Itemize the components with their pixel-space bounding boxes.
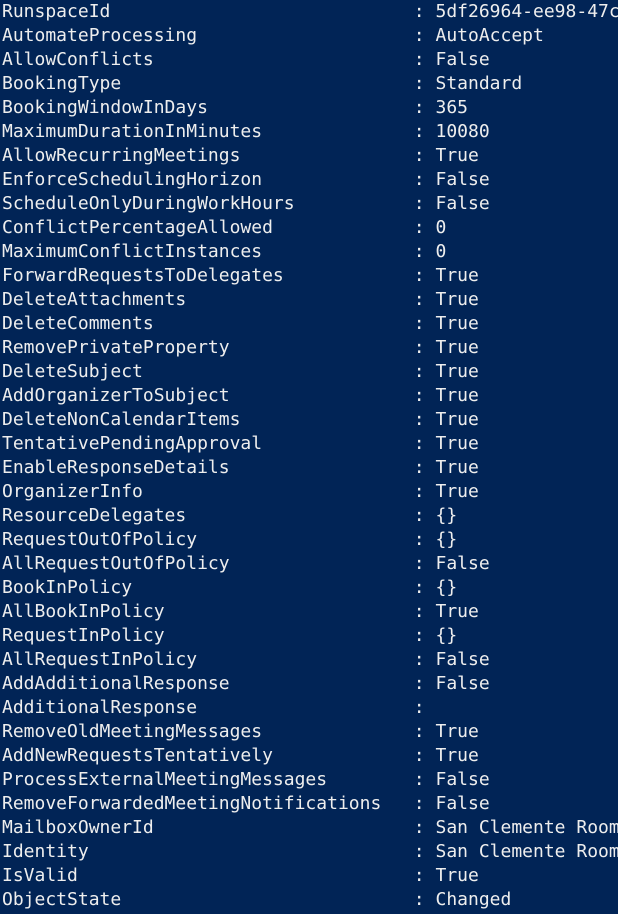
property-row: IsValid : True [2,865,479,886]
property-row: DeleteComments : True [2,313,479,334]
property-row: RemoveForwardedMeetingNotifications : Fa… [2,793,490,814]
property-row: ScheduleOnlyDuringWorkHours : False [2,193,490,214]
property-row: AddOrganizerToSubject : True [2,385,479,406]
property-row: AutomateProcessing : AutoAccept [2,25,544,46]
property-row: RemovePrivateProperty : True [2,337,479,358]
property-row: ProcessExternalMeetingMessages : False [2,769,490,790]
property-row: MailboxOwnerId : San Clemente Room [2,817,618,838]
property-row: RequestInPolicy : {} [2,625,458,646]
property-row: EnableResponseDetails : True [2,457,479,478]
property-row: TentativePendingApproval : True [2,433,479,454]
property-row: DeleteSubject : True [2,361,479,382]
property-row: DeleteNonCalendarItems : True [2,409,479,430]
property-row: ConflictPercentageAllowed : 0 [2,217,447,238]
property-row: DeleteAttachments : True [2,289,479,310]
property-row: BookInPolicy : {} [2,577,458,598]
property-row: AllRequestOutOfPolicy : False [2,553,490,574]
property-row: AllowRecurringMeetings : True [2,145,479,166]
property-row: MaximumConflictInstances : 0 [2,241,447,262]
property-row: MaximumDurationInMinutes : 10080 [2,121,490,142]
property-row: AllBookInPolicy : True [2,601,479,622]
property-row: BookingType : Standard [2,73,523,94]
property-row: RequestOutOfPolicy : {} [2,529,458,550]
powershell-console-output[interactable]: RunspaceId : 5df26964-ee98-47c6 AutomateP… [0,0,618,914]
property-row: AddAdditionalResponse : False [2,673,490,694]
property-row: ObjectState : Changed [2,889,512,910]
property-row: ResourceDelegates : {} [2,505,458,526]
property-row: OrganizerInfo : True [2,481,479,502]
property-row: AdditionalResponse : [2,697,425,718]
property-row: BookingWindowInDays : 365 [2,97,468,118]
property-row: RemoveOldMeetingMessages : True [2,721,479,742]
property-row: AllRequestInPolicy : False [2,649,490,670]
property-row: RunspaceId : 5df26964-ee98-47c6 [2,1,618,22]
property-row: AllowConflicts : False [2,49,490,70]
property-row: ForwardRequestsToDelegates : True [2,265,479,286]
property-row: AddNewRequestsTentatively : True [2,745,479,766]
property-row: Identity : San Clemente Room [2,841,618,862]
property-row: EnforceSchedulingHorizon : False [2,169,490,190]
